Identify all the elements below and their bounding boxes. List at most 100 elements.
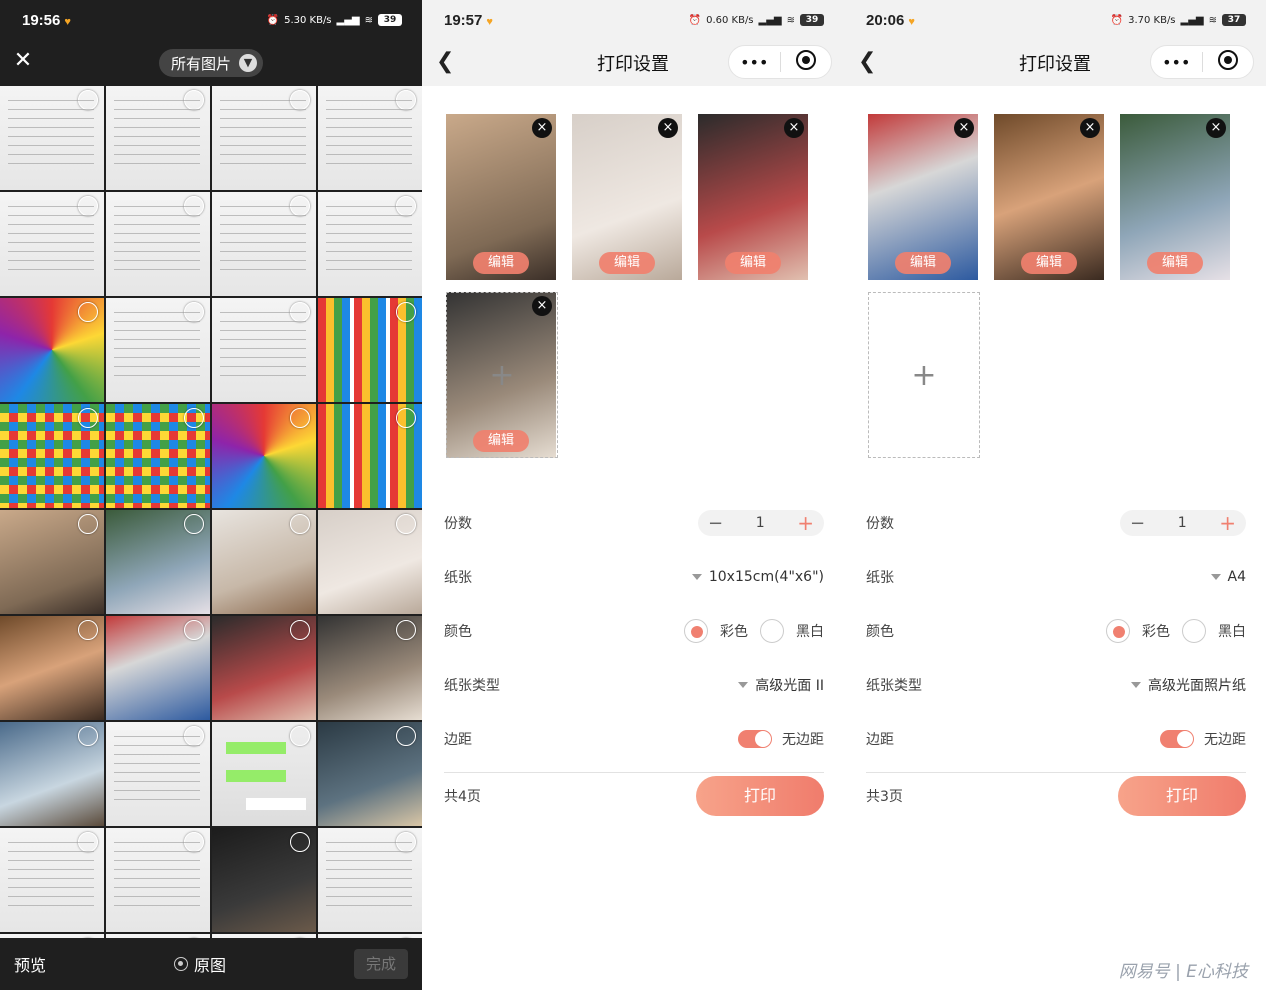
copies-value[interactable]: 1 (1178, 515, 1187, 531)
select-circle-icon[interactable] (184, 514, 204, 534)
photo-thumbnail[interactable] (0, 86, 104, 190)
minus-button[interactable]: − (1130, 513, 1145, 534)
plus-button[interactable]: + (1219, 511, 1236, 535)
edit-photo-button[interactable]: 编辑 (895, 252, 951, 274)
selected-photo[interactable]: × 编辑 (698, 114, 808, 280)
photo-thumbnail[interactable] (0, 404, 104, 508)
select-circle-icon[interactable] (78, 726, 98, 746)
minus-button[interactable]: − (708, 513, 723, 534)
photo-thumbnail[interactable] (212, 192, 316, 296)
photo-thumbnail[interactable] (106, 404, 210, 508)
exit-button[interactable] (1203, 50, 1254, 74)
photo-thumbnail[interactable] (106, 828, 210, 932)
more-icon[interactable]: ••• (1151, 53, 1202, 72)
photo-thumbnail[interactable] (106, 298, 210, 402)
selected-photo[interactable]: × 编辑 (446, 114, 556, 280)
selected-photo[interactable]: × 编辑 (994, 114, 1104, 280)
selected-photo[interactable]: × 编辑 (1120, 114, 1230, 280)
select-circle-icon[interactable] (78, 832, 98, 852)
photo-thumbnail[interactable] (318, 828, 422, 932)
selected-photo[interactable]: × 编辑 (868, 114, 978, 280)
select-circle-icon[interactable] (290, 726, 310, 746)
photo-thumbnail[interactable] (318, 722, 422, 826)
back-icon[interactable]: ❮ (436, 50, 454, 74)
add-photo-button[interactable]: + (868, 292, 980, 458)
edit-photo-button[interactable]: 编辑 (599, 252, 655, 274)
album-selector[interactable]: 所有图片 ▼ (158, 49, 263, 77)
photo-thumbnail[interactable] (212, 722, 316, 826)
select-circle-icon[interactable] (290, 514, 310, 534)
preview-button[interactable]: 预览 (14, 952, 46, 976)
photo-thumbnail[interactable] (318, 298, 422, 402)
select-circle-icon[interactable] (78, 90, 98, 110)
select-circle-icon[interactable] (78, 620, 98, 640)
color-radio[interactable] (1106, 619, 1130, 643)
select-circle-icon[interactable] (396, 620, 416, 640)
photo-thumbnail[interactable] (0, 298, 104, 402)
photo-thumbnail[interactable] (0, 722, 104, 826)
remove-photo-icon[interactable]: × (954, 118, 974, 138)
photo-thumbnail[interactable] (106, 722, 210, 826)
photo-thumbnail[interactable] (0, 616, 104, 720)
edit-photo-button[interactable]: 编辑 (473, 252, 529, 274)
back-icon[interactable]: ❮ (858, 50, 876, 74)
select-circle-icon[interactable] (290, 832, 310, 852)
select-circle-icon[interactable] (290, 196, 310, 216)
add-photo-button[interactable]: + (446, 292, 558, 458)
photo-thumbnail[interactable] (212, 510, 316, 614)
remove-photo-icon[interactable]: × (658, 118, 678, 138)
photo-thumbnail[interactable] (212, 298, 316, 402)
remove-photo-icon[interactable]: × (784, 118, 804, 138)
photo-thumbnail[interactable] (0, 510, 104, 614)
photo-thumbnail[interactable] (212, 86, 316, 190)
exit-button[interactable] (781, 50, 832, 74)
bw-radio[interactable] (760, 619, 784, 643)
photo-thumbnail[interactable] (212, 828, 316, 932)
photo-thumbnail[interactable] (212, 616, 316, 720)
photo-thumbnail[interactable] (318, 86, 422, 190)
select-circle-icon[interactable] (290, 302, 310, 322)
photo-thumbnail[interactable] (106, 86, 210, 190)
photo-thumbnail[interactable] (106, 510, 210, 614)
done-button[interactable]: 完成 (354, 949, 408, 979)
edit-photo-button[interactable]: 编辑 (1021, 252, 1077, 274)
paper-type-select[interactable]: 高级光面照片纸 (1131, 675, 1246, 695)
edit-photo-button[interactable]: 编辑 (1147, 252, 1203, 274)
select-circle-icon[interactable] (184, 620, 204, 640)
remove-photo-icon[interactable]: × (1206, 118, 1226, 138)
select-circle-icon[interactable] (78, 302, 98, 322)
select-circle-icon[interactable] (184, 302, 204, 322)
select-circle-icon[interactable] (290, 408, 310, 428)
select-circle-icon[interactable] (396, 408, 416, 428)
select-circle-icon[interactable] (184, 832, 204, 852)
select-circle-icon[interactable] (290, 620, 310, 640)
select-circle-icon[interactable] (184, 408, 204, 428)
select-circle-icon[interactable] (78, 196, 98, 216)
select-circle-icon[interactable] (396, 302, 416, 322)
select-circle-icon[interactable] (396, 832, 416, 852)
photo-thumbnail[interactable] (0, 192, 104, 296)
paper-type-select[interactable]: 高级光面 II (738, 675, 824, 695)
select-circle-icon[interactable] (396, 90, 416, 110)
select-circle-icon[interactable] (396, 726, 416, 746)
photo-thumbnail[interactable] (318, 616, 422, 720)
borderless-toggle[interactable] (1160, 730, 1194, 748)
select-circle-icon[interactable] (184, 196, 204, 216)
more-icon[interactable]: ••• (729, 53, 780, 72)
photo-thumbnail[interactable] (106, 616, 210, 720)
remove-photo-icon[interactable]: × (1080, 118, 1100, 138)
select-circle-icon[interactable] (78, 408, 98, 428)
paper-select[interactable]: 10x15cm(4"x6") (691, 569, 824, 585)
plus-button[interactable]: + (797, 511, 814, 535)
photo-thumbnail[interactable] (318, 510, 422, 614)
photo-thumbnail[interactable] (106, 192, 210, 296)
select-circle-icon[interactable] (290, 90, 310, 110)
photo-thumbnail[interactable] (318, 404, 422, 508)
photo-thumbnail[interactable] (0, 828, 104, 932)
close-icon[interactable]: ✕ (12, 50, 34, 72)
select-circle-icon[interactable] (78, 514, 98, 534)
photo-thumbnail[interactable] (318, 192, 422, 296)
select-circle-icon[interactable] (184, 90, 204, 110)
copies-value[interactable]: 1 (756, 515, 765, 531)
bw-radio[interactable] (1182, 619, 1206, 643)
